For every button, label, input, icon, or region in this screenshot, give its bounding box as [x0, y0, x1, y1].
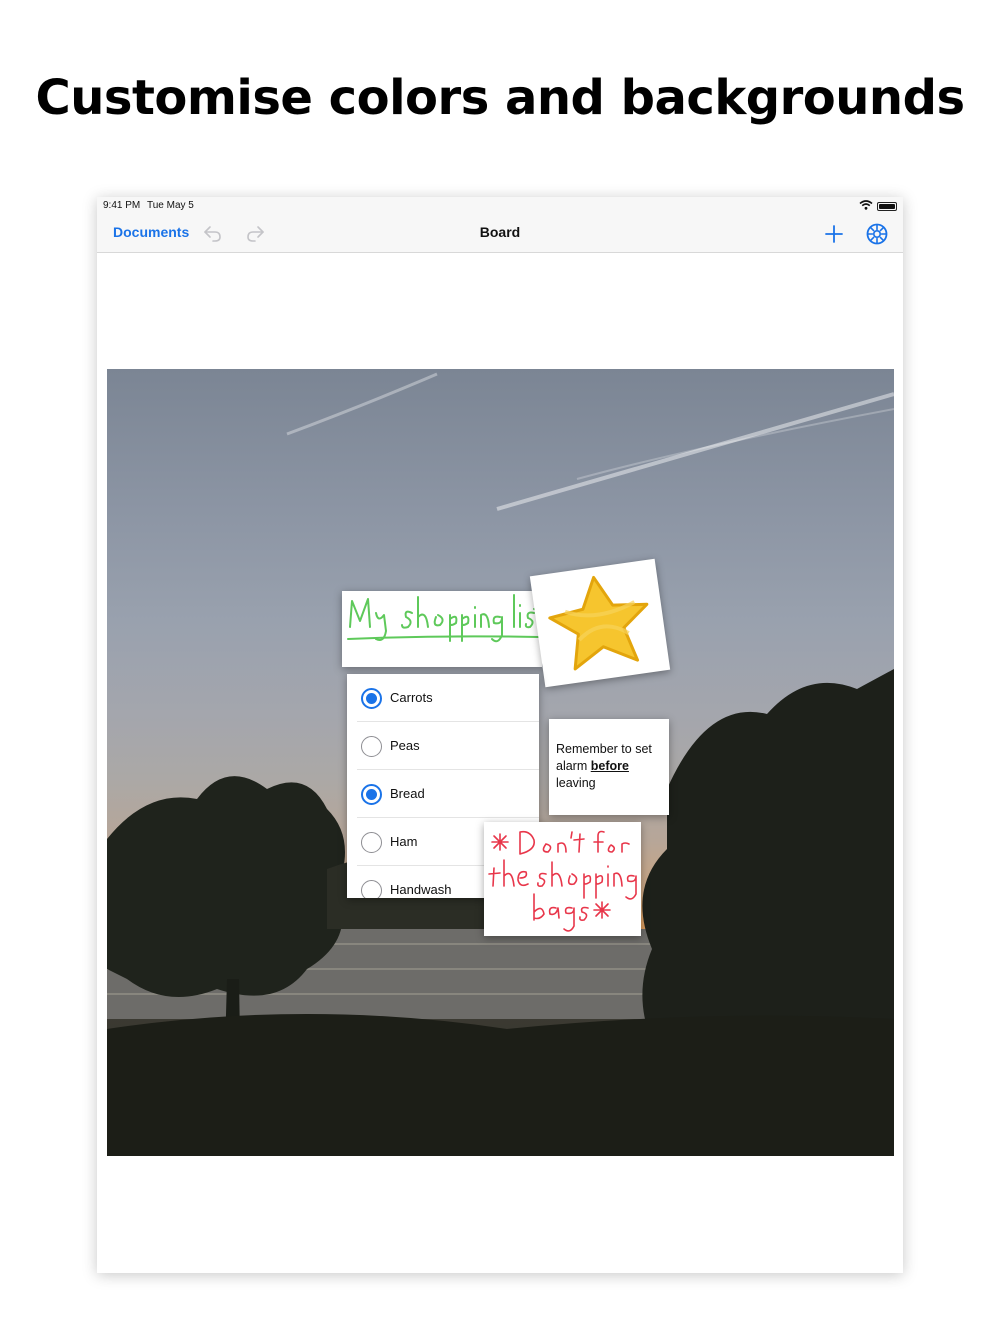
- wifi-icon: [859, 200, 873, 210]
- unchecked-radio[interactable]: [361, 880, 382, 898]
- handwritten-title-note[interactable]: [342, 591, 543, 667]
- checklist-item[interactable]: Peas: [357, 722, 539, 770]
- ipad-screen: 9:41 PM Tue May 5 Documents Board Carrot…: [97, 197, 903, 1273]
- checklist-item[interactable]: Carrots: [357, 674, 539, 722]
- headline: Customise colors and backgrounds: [35, 70, 965, 126]
- redo-icon[interactable]: [245, 223, 265, 243]
- unchecked-radio[interactable]: [361, 832, 382, 853]
- checked-radio[interactable]: [361, 688, 382, 709]
- unchecked-radio[interactable]: [361, 736, 382, 757]
- reminder-bold-text: before: [590, 759, 629, 773]
- handwriting-red: [488, 830, 637, 932]
- star-drawing-note[interactable]: [529, 558, 671, 688]
- undo-icon[interactable]: [203, 223, 223, 243]
- handwriting-title: [347, 594, 543, 643]
- checked-radio[interactable]: [361, 784, 382, 805]
- status-bar: 9:41 PM Tue May 5: [97, 197, 903, 215]
- checklist-item-label: Ham: [390, 834, 418, 849]
- checklist-item-label: Peas: [390, 738, 420, 753]
- navigation-bar: Documents Board: [97, 215, 903, 253]
- reminder-note[interactable]: Remember to set alarm before leaving: [549, 719, 669, 815]
- documents-button[interactable]: Documents: [113, 224, 189, 240]
- star-drawing: [548, 575, 649, 671]
- reminder-text-end: leaving: [556, 776, 596, 790]
- checklist-item-label: Handwash: [390, 882, 452, 897]
- checklist-item-label: Bread: [390, 786, 425, 801]
- battery-icon: [877, 202, 897, 211]
- checklist-item-label: Carrots: [390, 690, 433, 705]
- plus-icon[interactable]: [823, 223, 845, 245]
- handwritten-red-note[interactable]: [484, 822, 641, 936]
- settings-icon[interactable]: [865, 222, 889, 246]
- board-canvas[interactable]: Carrots Peas Bread Ham Handwash Remember…: [107, 369, 894, 1156]
- checklist-item[interactable]: Bread: [357, 770, 539, 818]
- status-date: Tue May 5: [147, 200, 194, 211]
- status-time: 9:41 PM: [103, 200, 141, 211]
